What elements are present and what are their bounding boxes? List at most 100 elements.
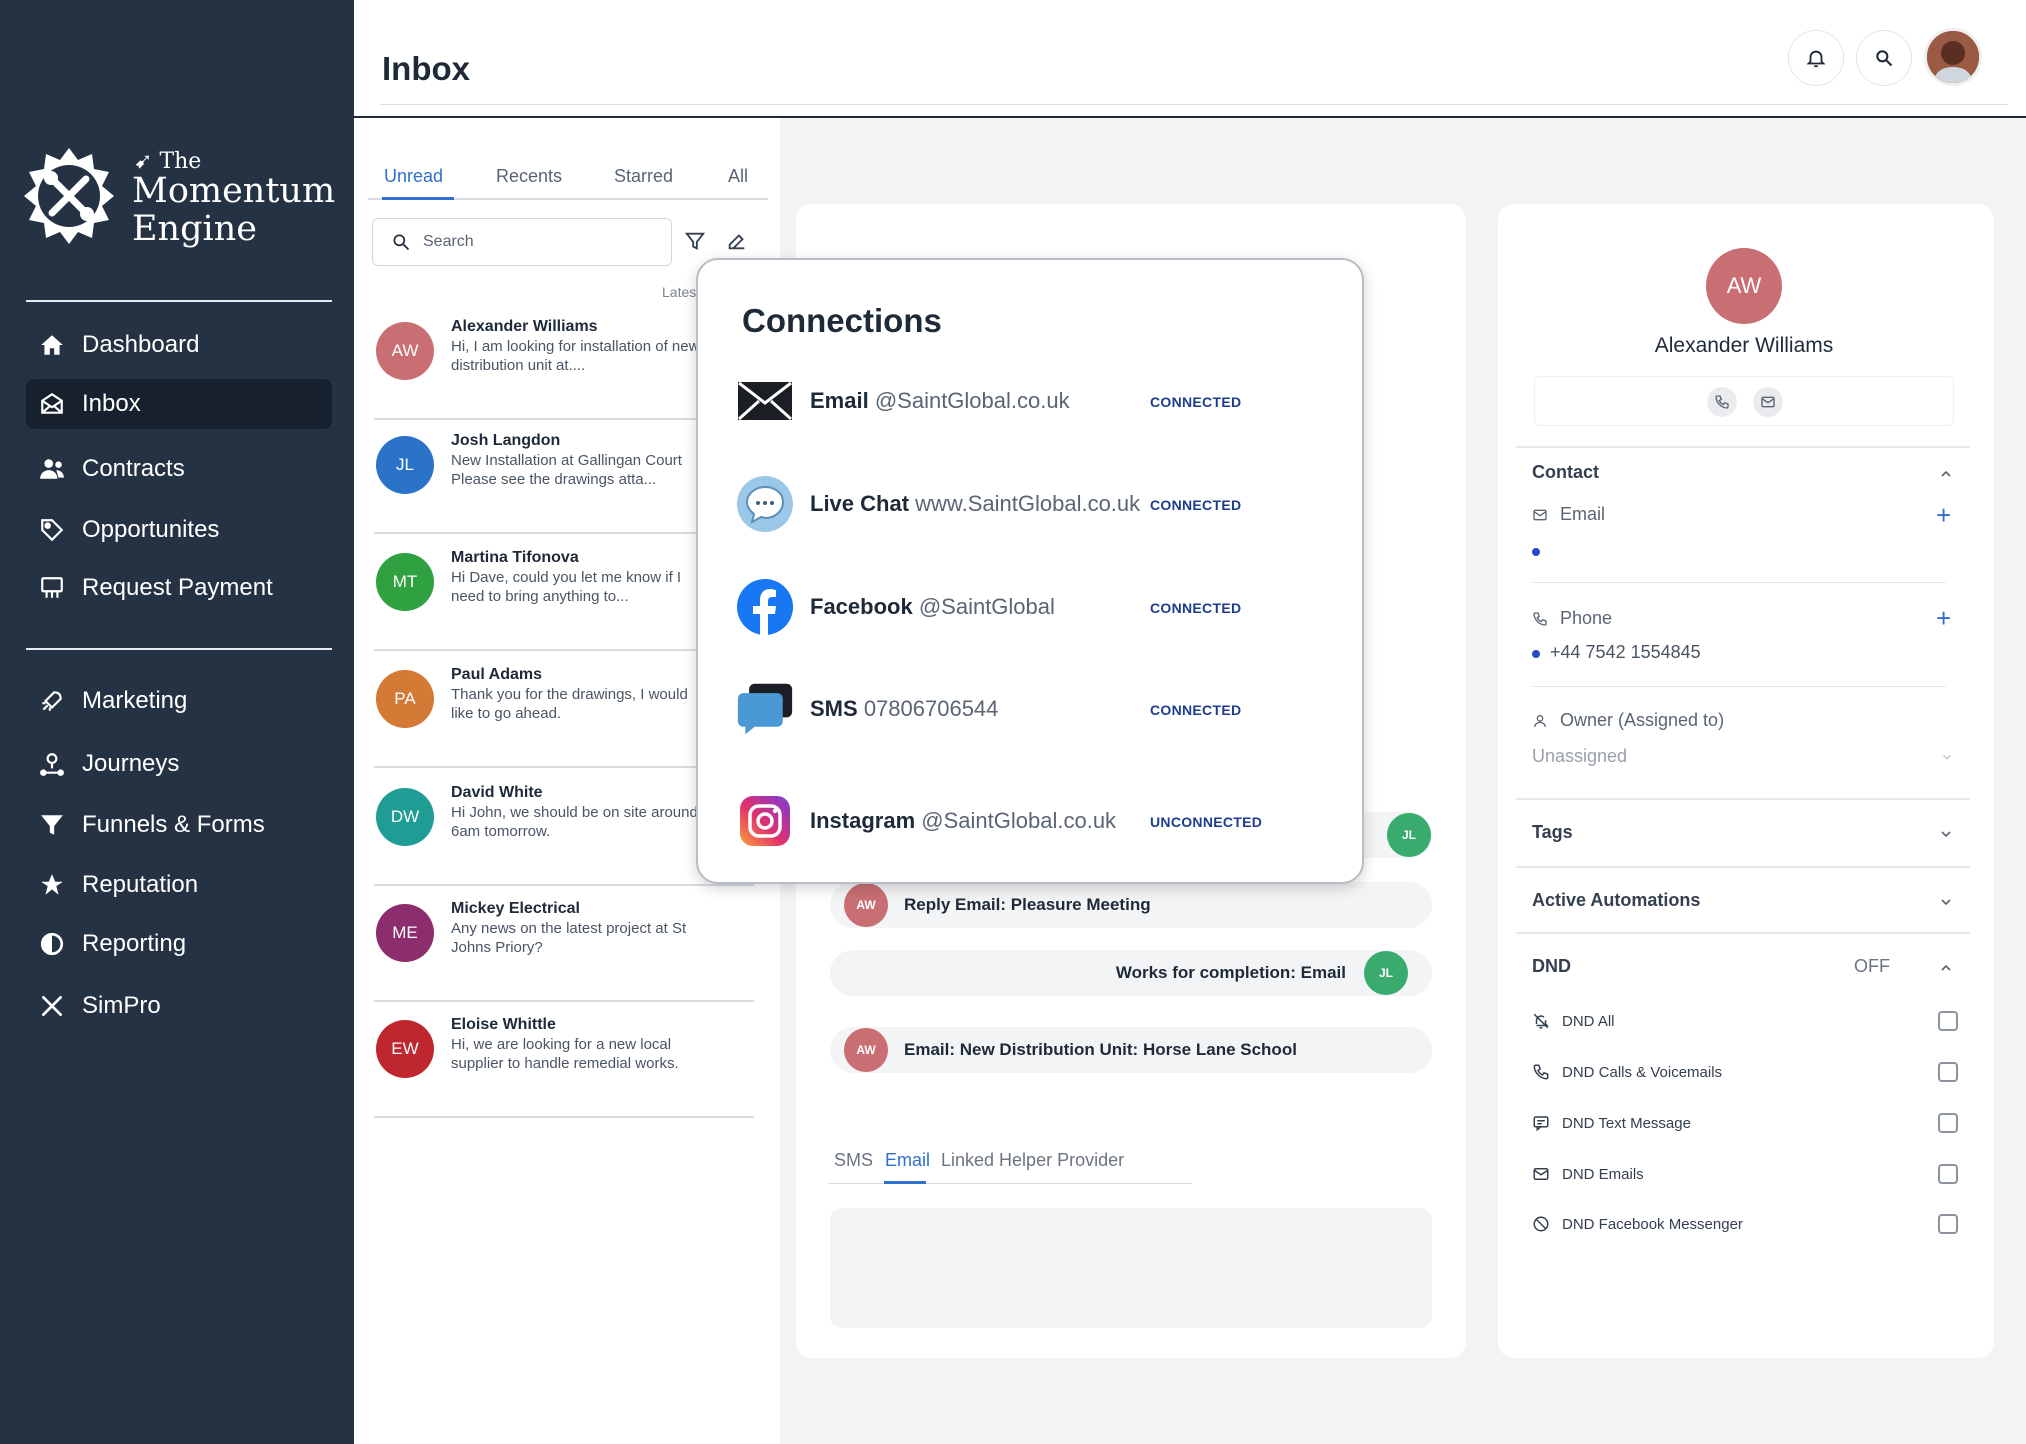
message-bubble[interactable]: AW Email: New Distribution Unit: Horse L… — [830, 1027, 1432, 1073]
add-email-button[interactable]: + — [1936, 500, 1951, 531]
connections-modal: Connections Email @SaintGlobal.co.uk CON… — [696, 258, 1364, 884]
call-button[interactable] — [1707, 387, 1737, 417]
nav-label: Opportunites — [82, 516, 220, 543]
tab-starred[interactable]: Starred — [614, 166, 673, 187]
inbox-tabs: Unread Recents Starred All — [368, 158, 768, 200]
section-title: Contact — [1532, 462, 1599, 482]
composer-tab-email[interactable]: Email — [885, 1150, 930, 1171]
connection-handle: @SaintGlobal.co.uk — [921, 808, 1117, 833]
dnd-all-checkbox[interactable] — [1938, 1011, 1958, 1031]
user-avatar[interactable] — [1924, 28, 1982, 86]
nav-dashboard[interactable]: Dashboard — [26, 320, 332, 370]
connection-sms[interactable]: SMS 07806706544 CONNECTED — [736, 674, 1336, 744]
dnd-text-checkbox[interactable] — [1938, 1113, 1958, 1133]
nav-inbox[interactable]: Inbox — [26, 379, 332, 429]
dnd-all-row[interactable]: DND All — [1532, 1006, 1962, 1036]
section-divider — [1516, 866, 1970, 868]
brand-logo[interactable]: ➹ The Momentum Engine — [22, 144, 342, 254]
dnd-state: OFF — [1854, 956, 1890, 976]
message-bubble[interactable]: Works for completion: Email JL — [830, 950, 1432, 996]
phone-value[interactable]: +44 7542 1554845 — [1550, 642, 1701, 663]
nav-opportunities[interactable]: Opportunites — [26, 505, 332, 555]
connection-instagram[interactable]: Instagram @SaintGlobal.co.uk UNCONNECTED — [736, 786, 1336, 856]
contact-avatar: EW — [376, 1020, 434, 1078]
message-composer[interactable] — [830, 1208, 1432, 1328]
conversation-item[interactable]: ME Mickey Electrical Any news on the lat… — [374, 884, 754, 1002]
contact-name: Alexander Williams — [1654, 334, 1834, 357]
owner-select[interactable]: Unassigned — [1532, 746, 1627, 767]
bell-icon — [1806, 50, 1826, 68]
email-field-label: Email — [1532, 504, 1605, 525]
nav-label: Inbox — [82, 390, 141, 417]
dnd-calls-checkbox[interactable] — [1938, 1062, 1958, 1082]
search-input[interactable]: Search — [372, 218, 672, 266]
filter-icon[interactable] — [684, 230, 706, 257]
composer-tab-linked-helper[interactable]: Linked Helper Provider — [941, 1150, 1124, 1171]
top-bar: Inbox — [354, 0, 2026, 118]
home-icon — [38, 331, 66, 359]
add-phone-button[interactable]: + — [1936, 603, 1951, 634]
gear-tools-icon — [24, 148, 114, 244]
nav-request-payment[interactable]: Request Payment — [26, 563, 332, 613]
nav-contracts[interactable]: Contracts — [26, 444, 332, 494]
contact-actions — [1534, 376, 1954, 426]
phone-field-label: Phone — [1532, 608, 1612, 629]
dnd-text-row[interactable]: DND Text Message — [1532, 1108, 1962, 1138]
primary-dot — [1532, 548, 1540, 556]
active-composer-tab-indicator — [884, 1181, 926, 1184]
tab-all[interactable]: All — [728, 166, 748, 187]
dnd-messenger-checkbox[interactable] — [1938, 1214, 1958, 1234]
sort-label[interactable]: Latest — [662, 284, 700, 300]
phone-icon — [1533, 1064, 1549, 1080]
tab-unread[interactable]: Unread — [384, 166, 443, 187]
nav-journeys[interactable]: Journeys — [26, 739, 332, 789]
dnd-emails-checkbox[interactable] — [1938, 1164, 1958, 1184]
chevron-down-icon — [1941, 899, 1951, 906]
sidebar-divider — [26, 648, 332, 650]
dnd-emails-row[interactable]: DND Emails — [1532, 1159, 1962, 1189]
dnd-messenger-row[interactable]: DND Facebook Messenger — [1532, 1209, 1962, 1239]
connection-status: UNCONNECTED — [1150, 814, 1263, 830]
owner-field-label: Owner (Assigned to) — [1532, 710, 1724, 731]
section-divider — [1516, 446, 1970, 448]
connection-facebook[interactable]: Facebook @SaintGlobal CONNECTED — [736, 572, 1336, 642]
contact-name: Alexander Williams — [451, 318, 598, 335]
contact-name: Martina Tifonova — [451, 549, 579, 566]
nav-simpro[interactable]: SimPro — [26, 981, 332, 1031]
nav-reputation[interactable]: Reputation — [26, 860, 332, 910]
nav-label: Marketing — [82, 687, 188, 714]
nav-funnels-forms[interactable]: Funnels & Forms — [26, 800, 332, 850]
nav-label: Dashboard — [82, 331, 200, 358]
user-icon — [1534, 714, 1546, 727]
tab-recents[interactable]: Recents — [496, 166, 562, 187]
nav-reporting[interactable]: Reporting — [26, 919, 332, 969]
chevron-up-icon — [1941, 964, 1951, 971]
email-button[interactable] — [1753, 387, 1783, 417]
connection-email[interactable]: Email @SaintGlobal.co.uk CONNECTED — [736, 366, 1336, 436]
sender-avatar: JL — [1364, 951, 1408, 995]
dnd-calls-row[interactable]: DND Calls & Voicemails — [1532, 1057, 1962, 1087]
notifications-button[interactable] — [1788, 30, 1844, 86]
compose-icon[interactable] — [726, 230, 748, 257]
message-preview: Hi, we are looking for a new local suppl… — [451, 1036, 679, 1072]
contact-name: David White — [451, 784, 543, 801]
page-title: Inbox — [382, 50, 470, 87]
section-title: Tags — [1532, 822, 1573, 842]
conversation-item[interactable]: EW Eloise Whittle Hi, we are looking for… — [374, 1000, 754, 1118]
mail-icon — [1533, 1168, 1549, 1180]
field-divider — [1532, 582, 1946, 583]
nav-label: Reputation — [82, 871, 199, 898]
contact-name: Josh Langdon — [451, 432, 561, 449]
primary-dot — [1532, 650, 1540, 658]
composer-tab-sms[interactable]: SMS — [834, 1150, 873, 1171]
contact-name: Paul Adams — [451, 666, 542, 683]
message-bubble[interactable]: AW Reply Email: Pleasure Meeting — [830, 882, 1432, 928]
nav-marketing[interactable]: Marketing — [26, 676, 332, 726]
header-divider — [380, 104, 2008, 105]
facebook-icon — [736, 578, 794, 636]
field-divider — [1532, 686, 1946, 687]
sidebar: ➹ The Momentum Engine Dashboard Inbox Co… — [0, 0, 354, 1444]
connection-live-chat[interactable]: Live Chat www.SaintGlobal.co.uk CONNECTE… — [736, 469, 1336, 539]
search-button[interactable] — [1856, 30, 1912, 86]
sidebar-divider — [26, 300, 332, 302]
